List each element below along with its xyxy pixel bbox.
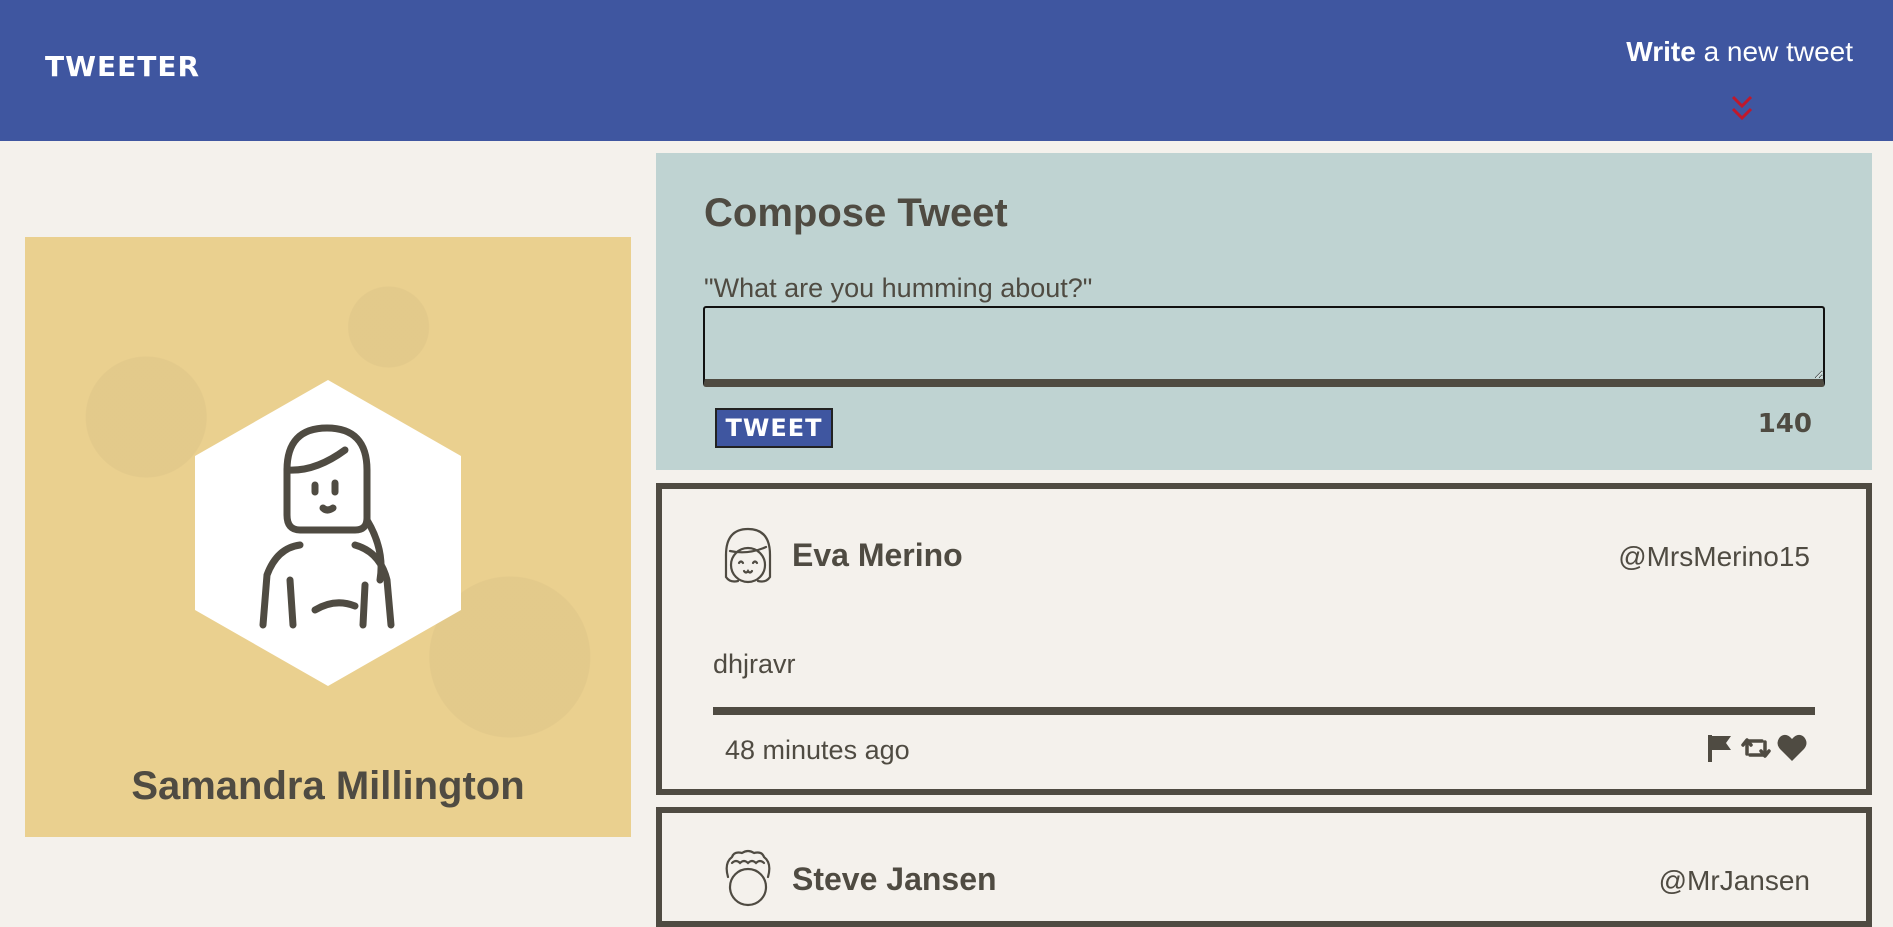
character-counter: 140	[1757, 409, 1812, 439]
compose-prompt-label: "What are you humming about?"	[704, 273, 1093, 303]
tweet-timestamp: 48 minutes ago	[725, 735, 910, 765]
tweet-author-name: Steve Jansen	[792, 861, 997, 897]
double-chevron-down-icon[interactable]	[1730, 94, 1754, 124]
tweet-card: Eva Merino @MrsMerino15 dhjravr 48 minut…	[656, 483, 1872, 795]
write-label-bold: Write	[1626, 36, 1696, 67]
flag-icon[interactable]	[1704, 732, 1736, 764]
profile-name: Samandra Millington	[131, 764, 525, 808]
profile-avatar	[195, 380, 461, 686]
retweet-icon[interactable]	[1740, 732, 1772, 764]
tweet-author-name: Eva Merino	[792, 537, 963, 573]
tweet-author-handle: @MrJansen	[1658, 865, 1810, 896]
tweet-card: Steve Jansen @MrJansen	[656, 807, 1872, 927]
tweet-author-handle: @MrsMerino15	[1618, 541, 1810, 572]
tweet-submit-button[interactable]: TWEET	[715, 408, 833, 448]
brand-logo[interactable]: TWEETER	[45, 50, 200, 83]
compose-tweet-panel: Compose Tweet "What are you humming abou…	[656, 153, 1872, 470]
tweet-body: dhjravr	[713, 649, 796, 679]
tweet-avatar	[724, 527, 772, 584]
tweet-actions	[1704, 732, 1808, 764]
tweet-avatar	[725, 849, 771, 907]
profile-card: Samandra Millington	[25, 237, 631, 837]
write-new-tweet-link[interactable]: Write a new tweet	[1626, 36, 1853, 68]
write-label-rest: a new tweet	[1695, 36, 1853, 67]
heart-icon[interactable]	[1776, 732, 1808, 764]
compose-title: Compose Tweet	[704, 191, 1008, 235]
tweet-text-input[interactable]	[703, 306, 1825, 387]
top-navigation-bar: TWEETER Write a new tweet	[0, 0, 1893, 141]
tweet-divider	[713, 707, 1815, 715]
